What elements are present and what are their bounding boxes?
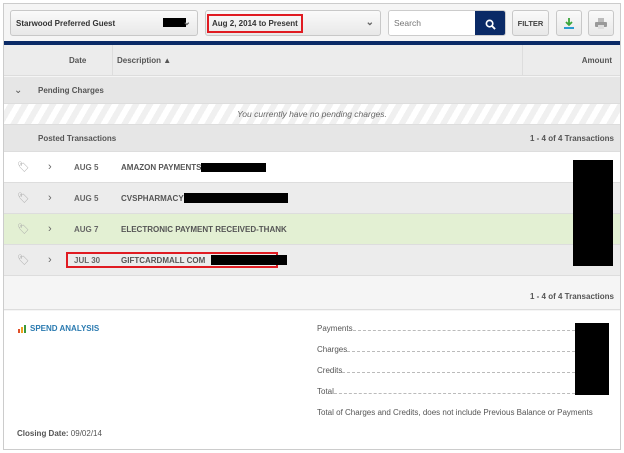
table-row[interactable]: 🏷 › AUG 7 ELECTRONIC PAYMENT RECEIVED-THA… [4, 214, 620, 245]
download-button[interactable] [556, 10, 582, 36]
closing-date: Closing Date: 09/02/14 [17, 429, 102, 438]
search-box [388, 10, 506, 36]
chevron-right-icon[interactable]: › [48, 192, 52, 204]
account-select[interactable]: Starwood Preferred Guest ⌄ [10, 10, 198, 36]
table-row[interactable]: 🏷 › AUG 5 CVSPHARMACY [4, 183, 620, 214]
tag-icon[interactable]: 🏷 [17, 193, 30, 204]
amount-redaction [573, 160, 613, 266]
chevron-right-icon[interactable]: › [48, 223, 52, 235]
table-header: Date Description ▲ Amount [4, 45, 620, 76]
chevron-right-icon[interactable]: › [48, 254, 52, 266]
account-name: Starwood Preferred Guest [16, 18, 116, 28]
redaction [211, 255, 288, 265]
summary-credits: Credits [317, 366, 575, 375]
summary-payments: Payments [317, 324, 575, 333]
redaction [183, 193, 288, 203]
search-icon [485, 19, 496, 30]
print-icon [595, 17, 607, 29]
chevron-down-icon: ⌄ [365, 17, 374, 28]
table-row[interactable]: 🏷 › AUG 5 AMAZON PAYMENTS [4, 152, 620, 183]
search-button[interactable] [475, 11, 505, 35]
summary-redaction [575, 323, 609, 395]
redaction [201, 162, 267, 172]
table-row[interactable]: 🏷 › JUL 30 GIFTCARDMALL COM [4, 245, 620, 276]
print-button[interactable] [588, 10, 614, 36]
search-input[interactable] [389, 11, 477, 35]
tag-icon[interactable]: 🏷 [17, 224, 30, 235]
chevron-down-icon: ⌄ [14, 84, 23, 96]
sort-asc-icon: ▲ [163, 55, 172, 65]
download-icon [564, 17, 574, 29]
chevron-down-icon: ⌄ [182, 17, 191, 28]
posted-count: 1 - 4 of 4 Transactions [529, 133, 614, 143]
spend-analysis-link[interactable]: SPEND ANALYSIS [18, 324, 99, 333]
pending-charges-header[interactable]: ⌄ Pending Charges [4, 77, 620, 104]
bar-chart-icon [18, 324, 26, 333]
posted-header: Posted Transactions 1 - 4 of 4 Transacti… [4, 125, 620, 152]
filter-button[interactable]: FILTER [512, 10, 549, 36]
column-date[interactable]: Date [69, 56, 86, 65]
pending-empty: You currently have no pending charges. [4, 104, 620, 125]
summary-total: Total [317, 387, 575, 396]
posted-footer: 1 - 4 of 4 Transactions [4, 276, 620, 310]
summary-note: Total of Charges and Credits, does not i… [317, 408, 593, 417]
date-range-select[interactable]: Aug 2, 2014 to Present ⌄ [205, 10, 381, 36]
tag-icon[interactable]: 🏷 [17, 255, 30, 266]
tag-icon[interactable]: 🏷 [17, 162, 30, 173]
column-amount[interactable]: Amount [582, 56, 612, 65]
date-range-value: Aug 2, 2014 to Present [207, 13, 303, 33]
chevron-right-icon[interactable]: › [48, 161, 52, 173]
posted-title: Posted Transactions [38, 133, 117, 143]
pending-title: Pending Charges [38, 85, 104, 95]
summary-charges: Charges [317, 345, 575, 354]
column-description[interactable]: Description ▲ [117, 56, 171, 65]
